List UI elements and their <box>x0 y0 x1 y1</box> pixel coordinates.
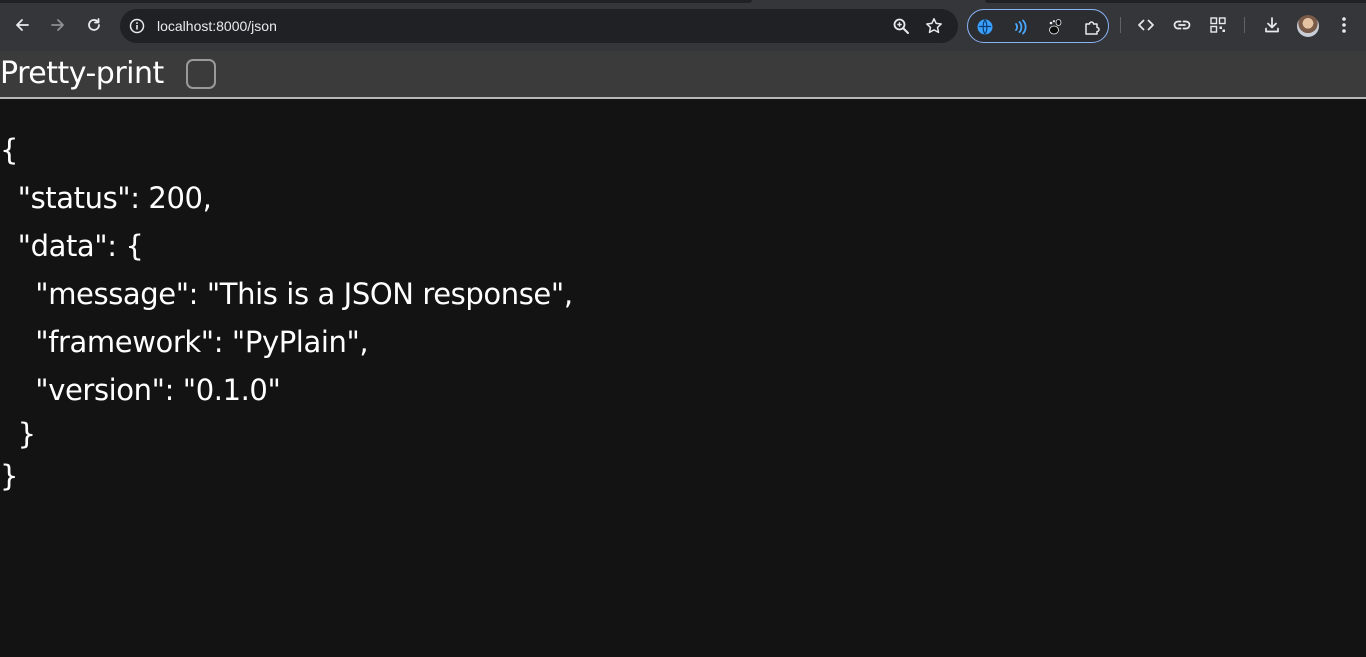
gnome-extension-icon[interactable] <box>1045 17 1065 37</box>
pretty-print-bar: Pretty-print <box>0 51 1366 99</box>
reload-icon[interactable] <box>81 12 107 38</box>
link-icon[interactable] <box>1172 15 1192 35</box>
extensions-group <box>967 9 1109 43</box>
download-icon[interactable] <box>1262 15 1282 35</box>
json-line: } <box>0 459 19 493</box>
toolbar-divider <box>1244 17 1245 33</box>
star-icon[interactable] <box>925 17 943 35</box>
json-line: { <box>0 133 19 167</box>
site-info-icon[interactable] <box>129 18 145 34</box>
back-arrow-icon[interactable] <box>9 12 35 38</box>
wave-extension-icon[interactable] <box>1009 17 1029 37</box>
toolbar-divider <box>1120 17 1121 33</box>
puzzle-extensions-icon[interactable] <box>1082 17 1102 37</box>
json-line: "status": 200, <box>0 181 212 215</box>
kebab-menu-icon[interactable] <box>1334 15 1354 35</box>
pretty-print-label: Pretty-print <box>0 56 164 91</box>
json-line: "version": "0.1.0" <box>0 373 281 407</box>
browser-toolbar: localhost:8000/json <box>0 0 1366 51</box>
json-line: "data": { <box>0 229 144 263</box>
blue-globe-extension-icon[interactable] <box>975 17 995 37</box>
forward-arrow-icon[interactable] <box>45 12 71 38</box>
address-bar[interactable]: localhost:8000/json <box>120 9 958 43</box>
tab-strip-edge <box>985 0 1366 3</box>
url-text[interactable]: localhost:8000/json <box>157 17 277 35</box>
code-icon[interactable] <box>1136 15 1156 35</box>
tab-strip-edge <box>0 0 752 3</box>
avatar[interactable] <box>1297 15 1319 37</box>
qr-code-icon[interactable] <box>1208 15 1228 35</box>
zoom-icon[interactable] <box>892 17 910 35</box>
json-line: } <box>0 417 36 451</box>
json-line: "message": "This is a JSON response", <box>0 277 573 311</box>
pretty-print-checkbox[interactable] <box>186 59 216 89</box>
json-line: "framework": "PyPlain", <box>0 325 369 359</box>
